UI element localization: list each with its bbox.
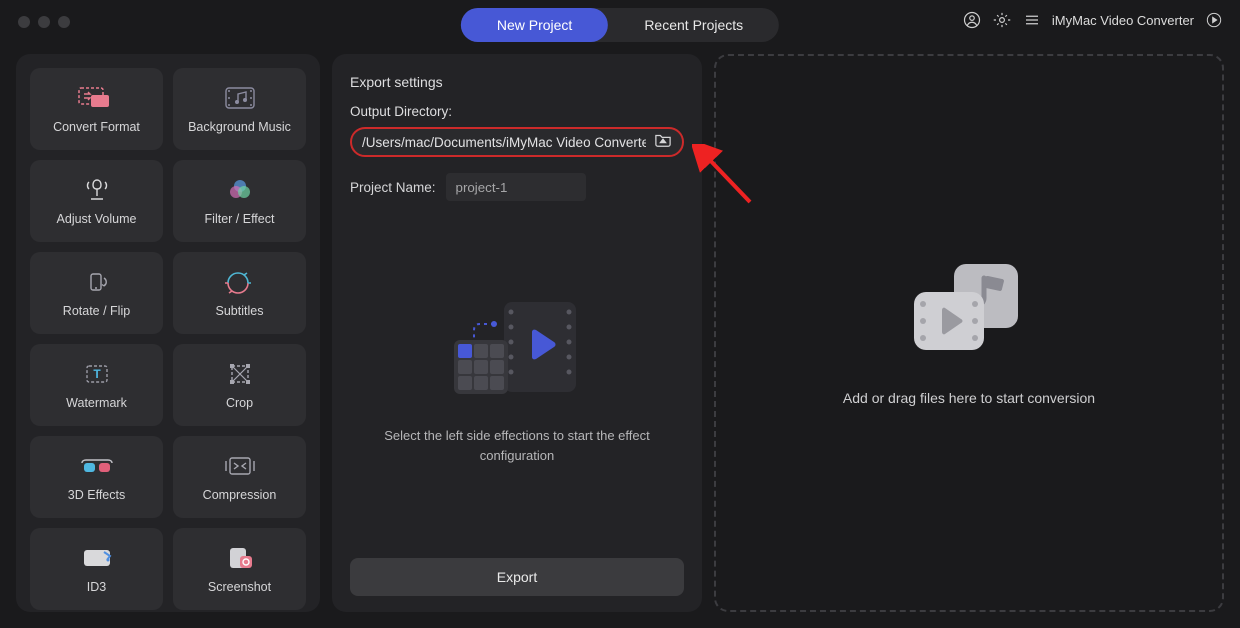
tool-subtitles[interactable]: Subtitles	[173, 252, 306, 334]
output-directory-row[interactable]: /Users/mac/Documents/iMyMac Video Conver…	[350, 127, 684, 157]
tab-label: Recent Projects	[644, 17, 743, 33]
project-name-input[interactable]	[446, 173, 586, 201]
screenshot-icon	[225, 544, 255, 572]
adjust-volume-icon	[82, 176, 112, 204]
project-name-label: Project Name:	[350, 180, 436, 195]
maximize-dot-icon[interactable]	[58, 16, 70, 28]
tool-screenshot[interactable]: Screenshot	[173, 528, 306, 610]
drop-zone[interactable]: Add or drag files here to start conversi…	[714, 54, 1224, 612]
app-name-label: iMyMac Video Converter	[1052, 13, 1194, 28]
glasses-3d-icon	[79, 452, 115, 480]
tool-compression[interactable]: Compression	[173, 436, 306, 518]
background-music-icon	[222, 84, 258, 112]
id3-icon	[80, 544, 114, 572]
tool-label: Convert Format	[53, 120, 140, 134]
close-dot-icon[interactable]	[18, 16, 30, 28]
drop-zone-hint: Add or drag files here to start conversi…	[843, 390, 1095, 406]
project-tab-group: New Project Recent Projects	[461, 8, 779, 42]
export-button[interactable]: Export	[350, 558, 684, 596]
tool-rotate-flip[interactable]: Rotate / Flip	[30, 252, 163, 334]
watermark-icon: T	[81, 360, 113, 388]
subtitles-icon	[224, 268, 256, 296]
tool-crop[interactable]: Crop	[173, 344, 306, 426]
play-badge-icon[interactable]	[1204, 10, 1224, 30]
menu-icon[interactable]	[1022, 10, 1042, 30]
effect-placeholder-icon	[442, 294, 592, 404]
export-title: Export settings	[350, 74, 684, 90]
tool-grid: Convert Format Background Music Adjust V…	[30, 68, 306, 610]
tool-label: Rotate / Flip	[63, 304, 130, 318]
crop-icon	[225, 360, 255, 388]
filter-effect-icon	[225, 176, 255, 204]
tool-label: ID3	[87, 580, 106, 594]
export-hint-text: Select the left side effections to start…	[367, 426, 667, 465]
topbar-right: iMyMac Video Converter	[962, 10, 1224, 30]
gear-icon[interactable]	[992, 10, 1012, 30]
tool-convert-format[interactable]: Convert Format	[30, 68, 163, 150]
tab-new-project[interactable]: New Project	[461, 8, 608, 42]
convert-format-icon	[77, 84, 117, 112]
tool-label: Background Music	[188, 120, 291, 134]
output-directory-label: Output Directory:	[350, 104, 684, 119]
folder-browse-icon[interactable]	[654, 132, 672, 153]
rotate-flip-icon	[82, 268, 112, 296]
tab-label: New Project	[497, 17, 572, 33]
tool-label: Filter / Effect	[205, 212, 275, 226]
account-icon[interactable]	[962, 10, 982, 30]
export-panel: Export settings Output Directory: /Users…	[332, 54, 702, 612]
tool-watermark[interactable]: T Watermark	[30, 344, 163, 426]
tool-label: Crop	[226, 396, 253, 410]
tool-filter-effect[interactable]: Filter / Effect	[173, 160, 306, 242]
export-preview-area: Select the left side effections to start…	[350, 201, 684, 558]
tab-recent-projects[interactable]: Recent Projects	[608, 8, 779, 42]
tool-label: 3D Effects	[68, 488, 125, 502]
output-directory-value: /Users/mac/Documents/iMyMac Video Conver…	[362, 135, 646, 150]
tool-label: Screenshot	[208, 580, 271, 594]
tool-background-music[interactable]: Background Music	[173, 68, 306, 150]
tool-panel: Convert Format Background Music Adjust V…	[16, 54, 320, 612]
tool-label: Adjust Volume	[57, 212, 137, 226]
project-name-row: Project Name:	[350, 173, 684, 201]
tool-id3[interactable]: ID3	[30, 528, 163, 610]
tool-label: Watermark	[66, 396, 127, 410]
main-area: Convert Format Background Music Adjust V…	[16, 54, 1224, 612]
tool-label: Compression	[203, 488, 277, 502]
drop-zone-icon	[904, 260, 1034, 360]
titlebar: New Project Recent Projects iMyMac Video…	[0, 0, 1240, 44]
tool-label: Subtitles	[216, 304, 264, 318]
minimize-dot-icon[interactable]	[38, 16, 50, 28]
tool-3d-effects[interactable]: 3D Effects	[30, 436, 163, 518]
tool-adjust-volume[interactable]: Adjust Volume	[30, 160, 163, 242]
svg-text:T: T	[93, 367, 101, 381]
compression-icon	[223, 452, 257, 480]
window-controls[interactable]	[18, 16, 70, 28]
export-button-label: Export	[497, 569, 537, 585]
